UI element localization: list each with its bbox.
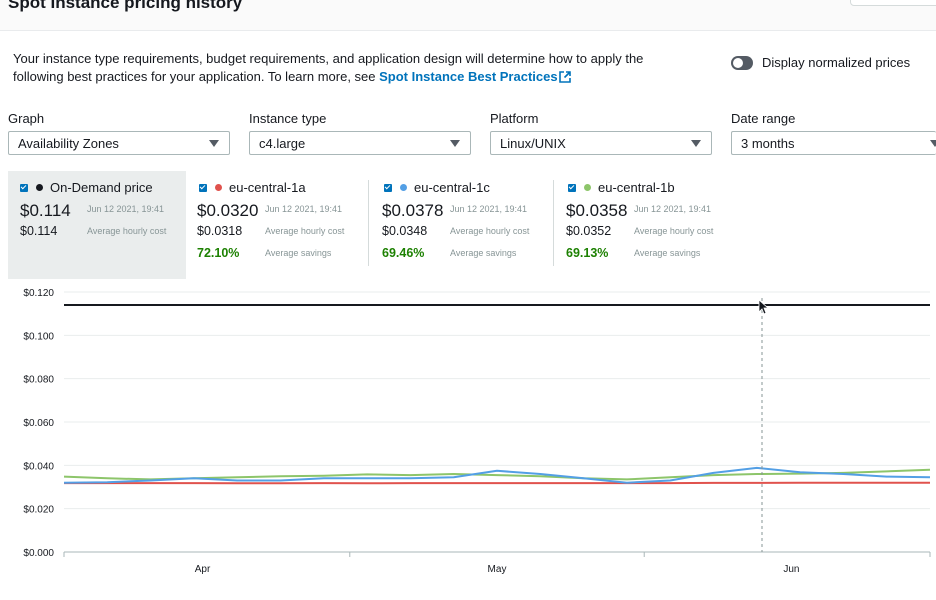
date-range-label: Date range bbox=[731, 111, 796, 126]
external-link-icon bbox=[558, 71, 571, 83]
legend-avg-cost-label: Average hourly cost bbox=[450, 226, 530, 236]
legend-avg-cost: $0.0352 bbox=[566, 224, 612, 238]
best-practices-link[interactable]: Spot Instance Best Practices bbox=[379, 69, 571, 84]
page-header: Spot Instance pricing history bbox=[0, 0, 936, 31]
y-tick-label: $0.020 bbox=[23, 505, 54, 516]
legend-avg-savings: 72.10% bbox=[197, 246, 240, 260]
legend-avg-savings: 69.46% bbox=[382, 246, 425, 260]
y-tick-label: $0.040 bbox=[23, 461, 54, 472]
x-tick-label: Jun bbox=[783, 564, 799, 575]
legend-timestamp: Jun 12 2021, 19:41 bbox=[265, 204, 343, 214]
legend-avg-savings-label: Average savings bbox=[265, 248, 332, 258]
header-action-button[interactable] bbox=[850, 0, 936, 6]
caret-down-icon bbox=[691, 140, 701, 147]
graph-select[interactable]: Availability Zones bbox=[8, 131, 230, 155]
toggle-knob bbox=[733, 57, 743, 68]
series-dot-icon bbox=[215, 184, 222, 191]
graph-select-value: Availability Zones bbox=[18, 136, 119, 151]
y-tick-label: $0.000 bbox=[23, 548, 54, 559]
legend-avg-cost-label: Average hourly cost bbox=[634, 226, 714, 236]
legend-header: eu-central-1b bbox=[568, 180, 675, 195]
legend-series-name: On-Demand price bbox=[50, 180, 153, 195]
platform-select[interactable]: Linux/UNIX bbox=[490, 131, 712, 155]
graph-label: Graph bbox=[8, 111, 45, 126]
x-tick-label: May bbox=[488, 564, 507, 575]
page-title: Spot Instance pricing history bbox=[8, 0, 243, 12]
legend-series-name: eu-central-1c bbox=[414, 180, 490, 195]
legend-header: On-Demand price bbox=[20, 180, 153, 195]
legend-timestamp: Jun 12 2021, 19:41 bbox=[450, 204, 528, 214]
legend-avg-cost-label: Average hourly cost bbox=[265, 226, 345, 236]
mouse-cursor-icon bbox=[758, 299, 770, 315]
legend-avg-cost: $0.0348 bbox=[382, 224, 428, 238]
legend-current-price: $0.114 bbox=[20, 201, 71, 220]
legend-timestamp: Jun 12 2021, 19:41 bbox=[87, 204, 165, 214]
date-range-select[interactable]: 3 months bbox=[731, 131, 936, 155]
checkbox-checked-icon[interactable] bbox=[20, 183, 28, 192]
price-history-chart[interactable]: $0.000 $0.020 $0.040 $0.060 $0.080 $0.100 $0.1… bbox=[0, 282, 936, 600]
legend-on-demand[interactable]: On-Demand price $0.114 Jun 12 2021, 19:4… bbox=[8, 171, 186, 279]
instance-type-select[interactable]: c4.large bbox=[249, 131, 471, 155]
legend-current-price: $0.0378 bbox=[382, 201, 444, 220]
y-tick-label: $0.120 bbox=[23, 288, 54, 299]
series-line-eu-central-1a bbox=[64, 481, 930, 485]
toggle-switch[interactable] bbox=[731, 55, 753, 70]
date-range-select-value: 3 months bbox=[741, 136, 795, 151]
series-dot-icon bbox=[400, 184, 407, 191]
legend-avg-cost-label: Average hourly cost bbox=[87, 226, 167, 236]
caret-down-icon bbox=[930, 140, 936, 147]
checkbox-checked-icon[interactable] bbox=[199, 183, 207, 192]
y-tick-label: $0.100 bbox=[23, 331, 54, 342]
legend-avg-savings: 69.13% bbox=[566, 246, 609, 260]
legend-avg-cost: $0.0318 bbox=[197, 224, 243, 238]
series-dot-icon bbox=[584, 184, 591, 191]
legend-current-price: $0.0358 bbox=[566, 201, 628, 220]
normalized-prices-toggle[interactable]: Display normalized prices bbox=[731, 55, 910, 70]
legend-header: eu-central-1c bbox=[384, 180, 490, 195]
instance-type-select-value: c4.large bbox=[259, 136, 306, 151]
y-tick-label: $0.080 bbox=[23, 375, 54, 386]
series-dot-icon bbox=[36, 184, 43, 191]
x-tick-label: Apr bbox=[195, 564, 211, 575]
legend-series-name: eu-central-1b bbox=[598, 180, 675, 195]
legend-eu-central-1a[interactable]: eu-central-1a $0.0320 Jun 12 2021, 19:41… bbox=[186, 171, 368, 279]
legend-avg-savings-label: Average savings bbox=[450, 248, 517, 258]
platform-select-value: Linux/UNIX bbox=[500, 136, 566, 151]
y-tick-label: $0.060 bbox=[23, 418, 54, 429]
legend-series-name: eu-central-1a bbox=[229, 180, 306, 195]
legend-current-price: $0.0320 bbox=[197, 201, 259, 220]
checkbox-checked-icon[interactable] bbox=[384, 183, 392, 192]
caret-down-icon bbox=[450, 140, 460, 147]
platform-label: Platform bbox=[490, 111, 539, 126]
legend-timestamp: Jun 12 2021, 19:41 bbox=[634, 204, 712, 214]
toggle-label: Display normalized prices bbox=[762, 55, 911, 70]
legend-eu-central-1c[interactable]: eu-central-1c $0.0378 Jun 12 2021, 19:41… bbox=[369, 171, 553, 279]
legend-header: eu-central-1a bbox=[199, 180, 306, 195]
caret-down-icon bbox=[209, 140, 219, 147]
instance-type-label: Instance type bbox=[249, 111, 327, 126]
legend-avg-savings-label: Average savings bbox=[634, 248, 701, 258]
legend-avg-cost: $0.114 bbox=[20, 224, 58, 238]
checkbox-checked-icon[interactable] bbox=[568, 183, 576, 192]
legend-eu-central-1b[interactable]: eu-central-1b $0.0358 Jun 12 2021, 19:41… bbox=[554, 171, 744, 279]
description: Your instance type requirements, budget … bbox=[13, 50, 693, 86]
best-practices-link-label: Spot Instance Best Practices bbox=[379, 69, 558, 84]
